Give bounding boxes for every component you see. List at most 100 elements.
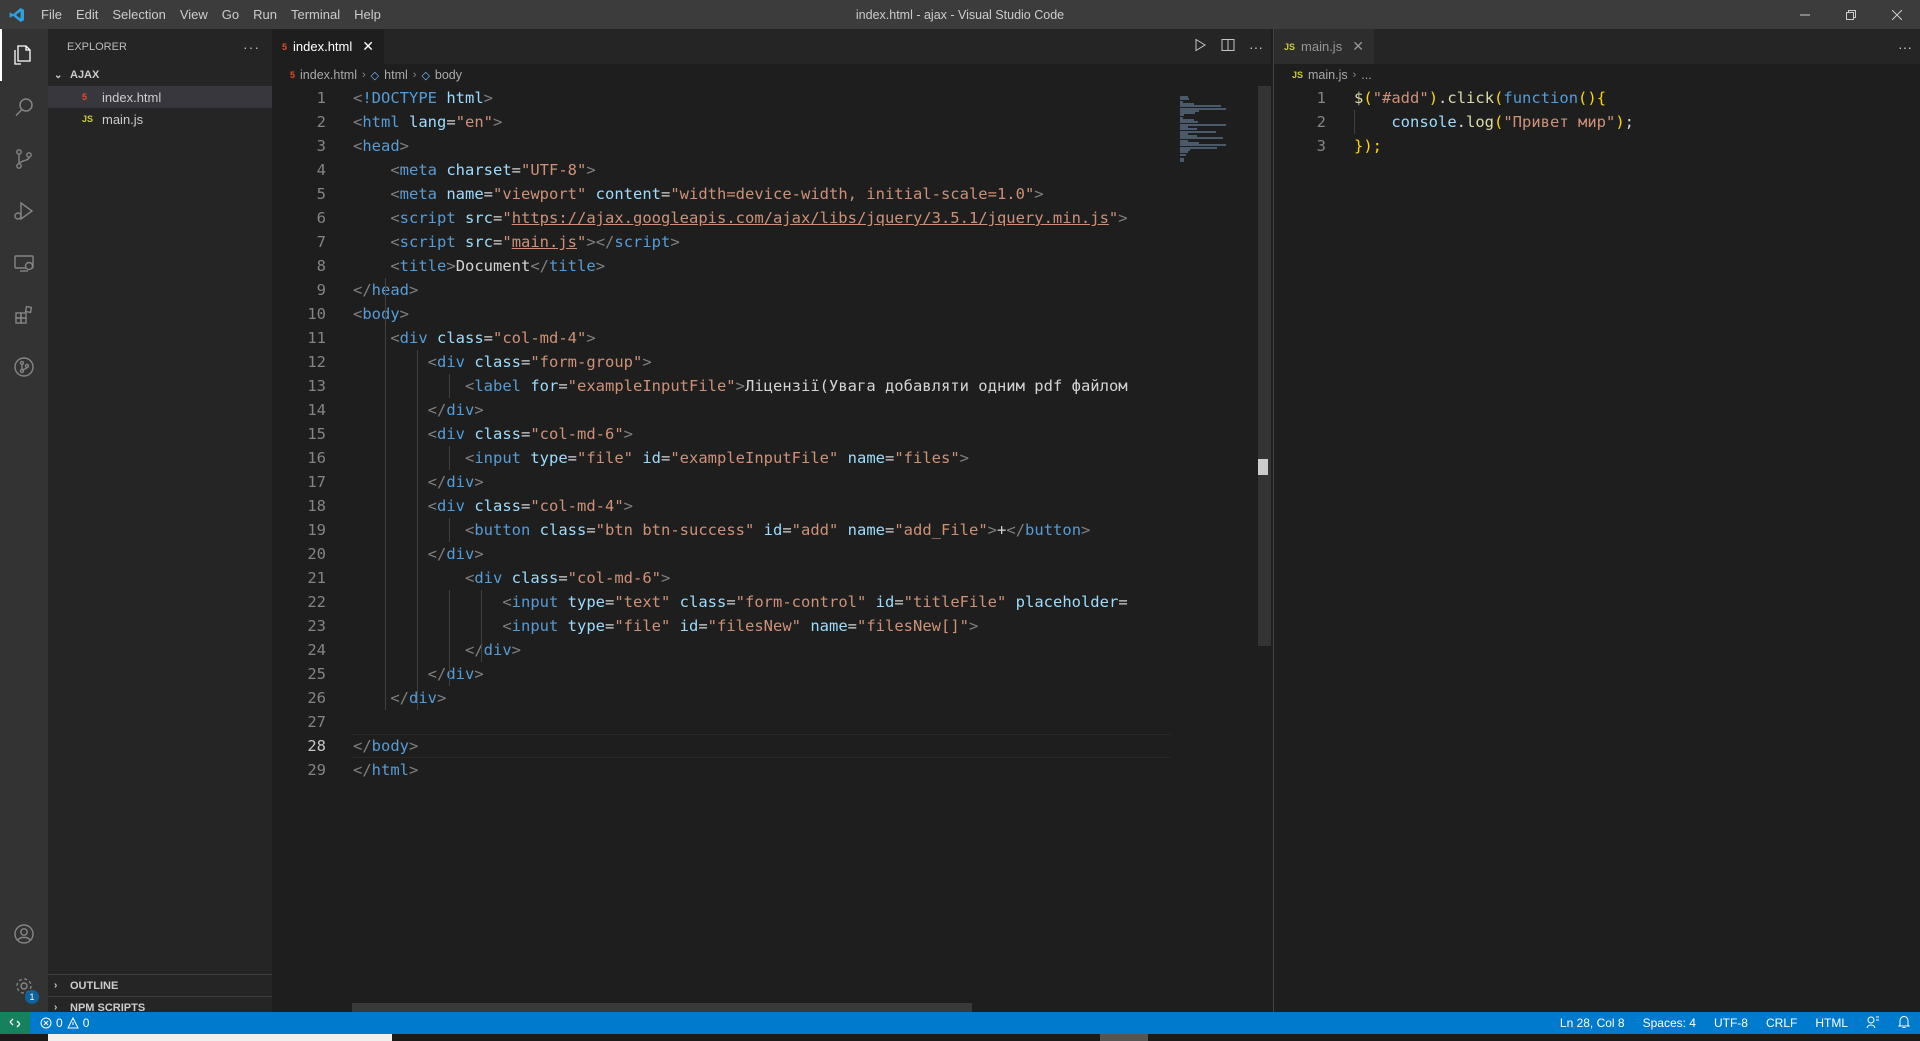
outline-section[interactable]: › OUTLINE bbox=[48, 974, 272, 996]
split-editor-icon[interactable] bbox=[1221, 38, 1235, 55]
menu-item-file[interactable]: File bbox=[34, 0, 69, 29]
code-line[interactable]: <div class="form-group"> bbox=[353, 350, 652, 374]
code-token: ( bbox=[1363, 89, 1373, 107]
breadcrumb: JS main.js › ... bbox=[1274, 64, 1920, 86]
menu-item-go[interactable]: Go bbox=[215, 0, 246, 29]
menu-item-view[interactable]: View bbox=[173, 0, 215, 29]
code-line[interactable]: <script src="https://ajax.googleapis.com… bbox=[353, 206, 1128, 230]
menu-item-run[interactable]: Run bbox=[246, 0, 284, 29]
code-token: > bbox=[642, 353, 652, 371]
menu-item-help[interactable]: Help bbox=[347, 0, 388, 29]
line-number: 2 bbox=[1316, 113, 1326, 131]
code-token: div bbox=[437, 497, 475, 515]
code-line[interactable]: <title>Document</title> bbox=[353, 254, 605, 278]
code-token: ) bbox=[1428, 89, 1439, 107]
code-line[interactable]: </div> bbox=[353, 638, 521, 662]
tab-index-html[interactable]: 5 index.html ✕ bbox=[272, 29, 384, 64]
remote-explorer-icon[interactable] bbox=[0, 237, 48, 289]
code-line[interactable]: <div class="col-md-6"> bbox=[353, 566, 670, 590]
search-icon[interactable] bbox=[0, 81, 48, 133]
line-number: 21 bbox=[307, 569, 326, 587]
code-token: "file" bbox=[577, 449, 643, 467]
code-line[interactable]: }); bbox=[1354, 134, 1382, 158]
file-main-js[interactable]: JS main.js bbox=[48, 108, 272, 130]
code-token: " bbox=[502, 209, 512, 227]
code-token: input bbox=[474, 449, 531, 467]
menu-item-edit[interactable]: Edit bbox=[69, 0, 105, 29]
breadcrumb-file[interactable]: main.js bbox=[1308, 68, 1348, 82]
line-number: 12 bbox=[307, 353, 326, 371]
code-token: > bbox=[1118, 209, 1128, 227]
run-debug-icon[interactable] bbox=[0, 185, 48, 237]
close-icon[interactable] bbox=[1874, 0, 1920, 29]
tab-close-icon[interactable]: ✕ bbox=[362, 38, 374, 55]
menu-item-terminal[interactable]: Terminal bbox=[284, 0, 347, 29]
breadcrumb-ellipsis[interactable]: ... bbox=[1361, 68, 1371, 82]
code-line[interactable]: <label for="exampleInputFile">Ліцензії(У… bbox=[353, 374, 1128, 398]
code-line[interactable]: <button class="btn btn-success" id="add"… bbox=[353, 518, 1090, 542]
code-line[interactable]: <html lang="en"> bbox=[353, 110, 502, 134]
code-line[interactable]: <meta charset="UTF-8"> bbox=[353, 158, 595, 182]
vertical-scrollbar[interactable] bbox=[1258, 86, 1271, 646]
run-icon[interactable] bbox=[1193, 38, 1207, 55]
code-line[interactable]: </html> bbox=[353, 758, 418, 782]
settings-gear-icon[interactable]: 1 bbox=[0, 960, 48, 1012]
minimap[interactable] bbox=[1170, 86, 1254, 1012]
line-number: 2 bbox=[316, 113, 326, 131]
folder-ajax[interactable]: ⌄ AJAX bbox=[48, 64, 272, 86]
code-line[interactable]: </div> bbox=[353, 470, 484, 494]
code-token: div bbox=[483, 641, 512, 659]
language-mode[interactable]: HTML bbox=[1815, 1016, 1848, 1030]
code-token: console bbox=[1391, 113, 1457, 131]
feedback-icon[interactable] bbox=[1866, 1015, 1880, 1032]
code-line[interactable]: <input type="text" class="form-control" … bbox=[353, 590, 1127, 614]
code-line[interactable]: <input type="file" id="filesNew" name="f… bbox=[353, 614, 978, 638]
minimize-icon[interactable] bbox=[1782, 0, 1828, 29]
tab-main-js[interactable]: JS main.js ✕ bbox=[1274, 29, 1374, 64]
git-graph-icon[interactable] bbox=[0, 341, 48, 393]
tab-bar: JS main.js ✕ ··· bbox=[1274, 29, 1920, 64]
code-line[interactable]: $("#add").click(function(){ bbox=[1354, 86, 1606, 110]
account-icon[interactable] bbox=[0, 908, 48, 960]
menu-item-selection[interactable]: Selection bbox=[105, 0, 172, 29]
breadcrumb-file[interactable]: index.html bbox=[300, 68, 357, 82]
breadcrumb-body[interactable]: body bbox=[435, 68, 462, 82]
code-token: > bbox=[623, 497, 634, 515]
remote-icon[interactable] bbox=[0, 1012, 30, 1034]
code-token: ></ bbox=[586, 233, 615, 251]
explorer-more-actions[interactable]: ··· bbox=[243, 39, 260, 55]
code-line[interactable]: <div class="col-md-4"> bbox=[353, 326, 595, 350]
code-line[interactable]: <meta name="viewport" content="width=dev… bbox=[353, 182, 1043, 206]
extensions-icon[interactable] bbox=[0, 289, 48, 341]
code-line[interactable]: </div> bbox=[353, 398, 484, 422]
restore-icon[interactable] bbox=[1828, 0, 1874, 29]
indentation[interactable]: Spaces: 4 bbox=[1643, 1016, 1696, 1030]
code-line[interactable]: </div> bbox=[353, 662, 484, 686]
explorer-icon[interactable] bbox=[0, 29, 48, 81]
source-control-icon[interactable] bbox=[0, 133, 48, 185]
end-of-line[interactable]: CRLF bbox=[1766, 1016, 1797, 1030]
code-line[interactable]: <script src="main.js"></script> bbox=[353, 230, 679, 254]
cursor-position[interactable]: Ln 28, Col 8 bbox=[1560, 1016, 1625, 1030]
code-line[interactable]: <input type="file" id="exampleInputFile"… bbox=[353, 446, 969, 470]
code-line[interactable]: <div class="col-md-4"> bbox=[353, 494, 633, 518]
code-line[interactable]: </div> bbox=[353, 542, 484, 566]
tab-close-icon[interactable]: ✕ bbox=[1352, 38, 1364, 55]
problems-indicator[interactable]: 0 0 bbox=[30, 1016, 89, 1030]
encoding[interactable]: UTF-8 bbox=[1714, 1016, 1748, 1030]
line-number: 20 bbox=[307, 545, 326, 563]
file-index-html[interactable]: 5 index.html bbox=[48, 86, 272, 108]
code-line[interactable]: <!DOCTYPE html> bbox=[353, 86, 493, 110]
tab-bar: 5 index.html ✕ ··· bbox=[272, 29, 1271, 64]
code-line[interactable]: </div> bbox=[353, 686, 446, 710]
code-line[interactable]: <div class="col-md-6"> bbox=[353, 422, 633, 446]
more-actions-icon[interactable]: ··· bbox=[1898, 39, 1912, 55]
bell-icon[interactable] bbox=[1897, 1015, 1911, 1032]
code-line[interactable]: </body> bbox=[353, 734, 418, 758]
more-actions-icon[interactable]: ··· bbox=[1249, 39, 1263, 55]
code-line[interactable]: console.log("Привет мир"); bbox=[1354, 110, 1634, 134]
code-line[interactable]: <body> bbox=[353, 302, 409, 326]
code-line[interactable]: <head> bbox=[353, 134, 409, 158]
code-token: </ bbox=[353, 761, 372, 779]
breadcrumb-html[interactable]: html bbox=[384, 68, 408, 82]
